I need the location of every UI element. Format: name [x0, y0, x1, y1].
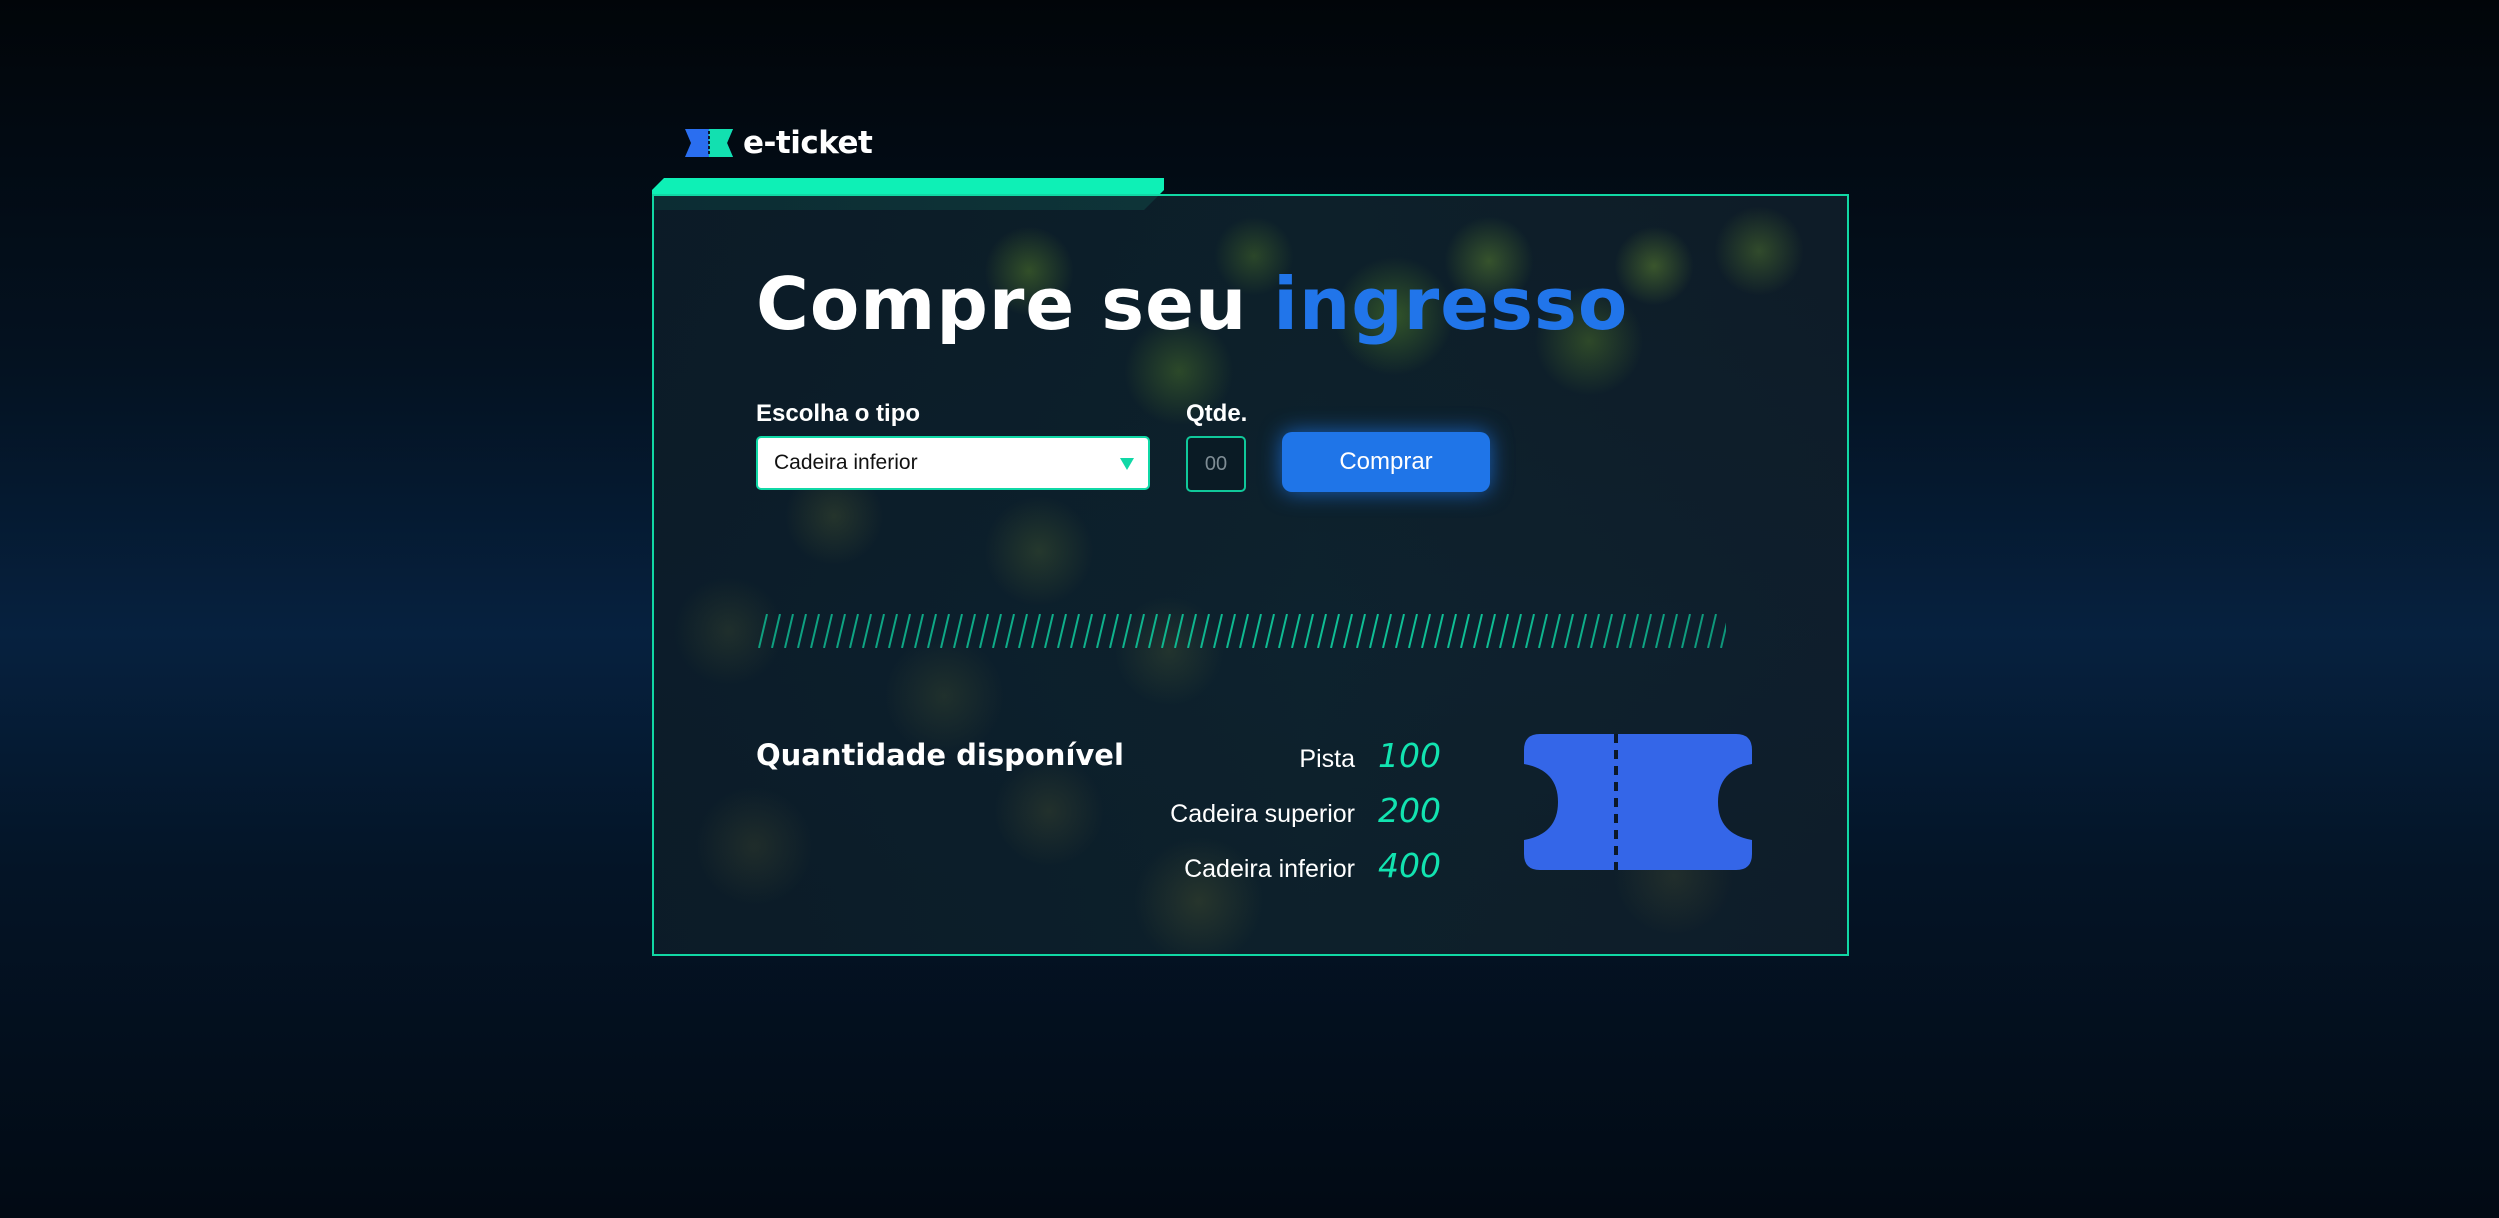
availability-value: 200 [1378, 791, 1441, 830]
availability-label: Pista [1299, 745, 1355, 773]
buy-button[interactable]: Comprar [1282, 432, 1490, 492]
title-highlight: ingresso [1273, 262, 1629, 346]
availability-value: 400 [1378, 846, 1441, 885]
ticket-logo-icon [685, 129, 733, 157]
hatched-divider [756, 614, 1726, 648]
dropdown-arrow-icon [1120, 458, 1134, 470]
ticket-icon [1524, 734, 1752, 870]
brand-logo[interactable]: e-ticket [683, 124, 873, 161]
quantity-label: Qtde. [1186, 400, 1248, 427]
availability-title: Quantidade disponível [756, 738, 1124, 772]
availability-value: 100 [1378, 736, 1441, 775]
availability-row: Pista 100 [1299, 736, 1441, 775]
availability-label: Cadeira superior [1170, 800, 1355, 828]
availability-row: Cadeira inferior 400 [1184, 846, 1441, 885]
ticket-type-selected-value: Cadeira inferior [774, 451, 918, 474]
brand-name: e-ticket [743, 124, 873, 161]
ticket-purchase-card: Compre seu ingresso Escolha o tipo Cadei… [652, 194, 1849, 956]
availability-row: Cadeira superior 200 [1170, 791, 1441, 830]
page-title: Compre seu ingresso [756, 268, 1628, 340]
quantity-input[interactable] [1186, 436, 1246, 492]
card-content: Compre seu ingresso Escolha o tipo Cadei… [654, 196, 1847, 954]
ticket-type-select[interactable]: Cadeira inferior [756, 436, 1150, 490]
availability-label: Cadeira inferior [1184, 855, 1355, 883]
title-prefix: Compre seu [756, 262, 1248, 346]
ticket-type-label: Escolha o tipo [756, 400, 921, 427]
